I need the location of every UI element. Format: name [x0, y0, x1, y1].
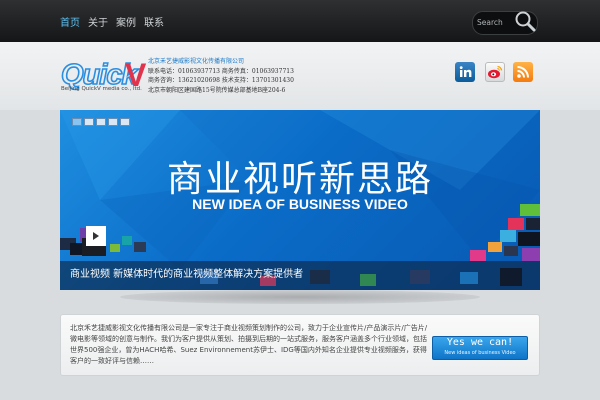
intro-text: 北京禾艺捷威影视文化传播有限公司是一家专注于商业视频策划制作的公司，致力于企业宣…: [70, 324, 428, 365]
cta-subtitle: New ideas of business Video: [444, 350, 516, 356]
slide-indicators: [72, 118, 132, 126]
banner-headline: 商业视听新思路: [166, 159, 433, 200]
slide-dot[interactable]: [108, 118, 118, 126]
banner-subline: NEW IDEA OF BUSINESS VIDEO: [192, 196, 408, 212]
banner-caption[interactable]: 商业视频 新媒体时代的商业视频整体解决方案提供者: [70, 265, 303, 280]
logo-subtitle: Beijing QuickV media co., ltd.: [61, 86, 142, 92]
weibo-icon[interactable]: [485, 62, 505, 82]
slide-dot[interactable]: [96, 118, 106, 126]
contact-info: 北京禾艺捷威影视文化传播有限公司 联系电话：01063937713 商务传真：0…: [148, 57, 294, 95]
search-input[interactable]: [477, 14, 515, 30]
contact-consult: 商务咨询：13621020698 技术支持：13701301430: [148, 77, 294, 85]
slide-dot[interactable]: [120, 118, 130, 126]
rss-icon[interactable]: [513, 62, 533, 82]
banner-shadow: [120, 290, 480, 304]
slide-dot[interactable]: [72, 118, 82, 126]
cta-label: Yes we can!: [446, 337, 514, 348]
nav-item-about[interactable]: 关于: [84, 0, 112, 42]
slide-dot[interactable]: [84, 118, 94, 126]
yes-we-can-button[interactable]: Yes we can! New ideas of business Video: [432, 336, 528, 360]
main-nav: 首页 关于 案例 联系: [56, 0, 168, 42]
nav-item-contact[interactable]: 联系: [140, 0, 168, 42]
search-icon[interactable]: [513, 9, 537, 33]
contact-phone: 联系电话：01063937713 商务传真：01063937713: [148, 67, 294, 75]
nav-item-cases[interactable]: 案例: [112, 0, 140, 42]
linkedin-icon[interactable]: [455, 62, 475, 82]
nav-item-home[interactable]: 首页: [56, 0, 84, 42]
company-name: 北京禾艺捷威影视文化传播有限公司: [148, 58, 245, 65]
contact-address: 北京市朝阳区建国路15号院传媒总部基地B座204-6: [148, 86, 286, 94]
hero-banner[interactable]: 商业视听新思路 NEW IDEA OF BUSINESS VIDEO 商业视频 …: [60, 110, 540, 290]
